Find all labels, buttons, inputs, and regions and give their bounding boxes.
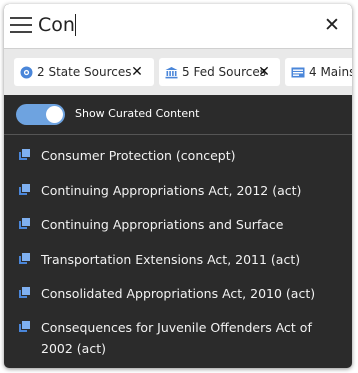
document-stack-icon xyxy=(19,217,31,229)
close-icon[interactable]: ✕ xyxy=(130,63,144,81)
curated-content-toggle[interactable] xyxy=(16,104,65,125)
capitol-building-icon xyxy=(165,66,178,79)
document-stack-icon xyxy=(19,286,31,298)
result-label: Transportation Extensions Act, 2011 (act… xyxy=(41,252,301,267)
chip-label: 2 State Sources xyxy=(37,65,132,79)
chip-fed-sources[interactable]: 5 Fed Sources ✕ xyxy=(159,58,280,86)
news-icon xyxy=(291,66,305,79)
gear-badge-icon xyxy=(20,66,33,79)
chip-label: 4 Mainst xyxy=(309,65,352,79)
result-label: Continuing Appropriations and Surface xyxy=(41,217,284,232)
document-stack-icon xyxy=(19,148,31,160)
search-panel: ✕ 2 State Sources ✕ xyxy=(4,4,352,368)
close-icon[interactable]: ✕ xyxy=(257,63,271,81)
source-filter-chips: 2 State Sources ✕ 5 Fed Sources ✕ 4 Main xyxy=(4,49,352,95)
document-stack-icon xyxy=(19,183,31,195)
chip-mainstream-sources[interactable]: 4 Mainst xyxy=(285,58,352,86)
result-label: Consequences for Juvenile Offenders Act … xyxy=(41,320,312,356)
curated-content-toggle-row: Show Curated Content xyxy=(4,96,352,135)
text-caret xyxy=(75,14,76,36)
document-stack-icon xyxy=(19,320,31,332)
clear-search-button[interactable]: ✕ xyxy=(322,14,342,36)
document-stack-icon xyxy=(19,252,31,264)
toggle-knob xyxy=(46,106,63,123)
result-label: Consolidated Appropriations Act, 2010 (a… xyxy=(41,286,316,301)
chip-state-sources[interactable]: 2 State Sources ✕ xyxy=(14,58,154,86)
toggle-label: Show Curated Content xyxy=(75,107,200,120)
result-label: Consumer Protection (concept) xyxy=(41,148,236,163)
result-label: Continuing Appropriations Act, 2012 (act… xyxy=(41,183,302,198)
search-bar: ✕ xyxy=(4,4,352,49)
search-input[interactable] xyxy=(38,10,298,40)
chip-label: 5 Fed Sources xyxy=(182,65,266,79)
menu-icon[interactable] xyxy=(10,17,32,33)
